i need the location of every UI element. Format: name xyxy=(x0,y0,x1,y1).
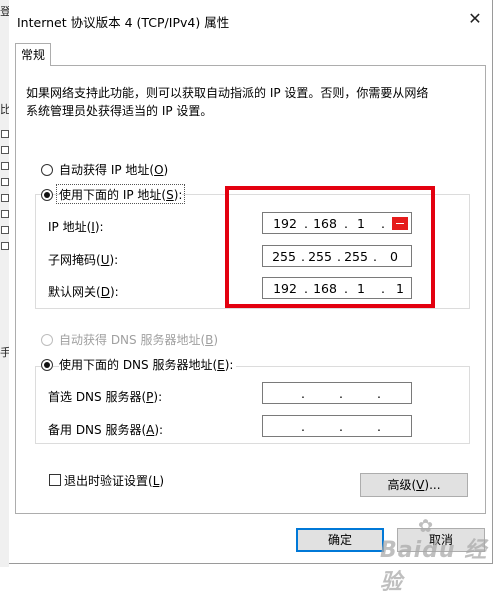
manual-ip-radio[interactable] xyxy=(41,189,53,201)
baidu-watermark: ✿ Baidu 经验 xyxy=(380,516,488,595)
auto-dns-radio[interactable] xyxy=(41,334,53,346)
dot: . xyxy=(301,419,305,434)
close-icon[interactable]: ✕ xyxy=(463,8,487,30)
bg-fragment: 比 xyxy=(0,103,9,116)
ip-address-label: IP 地址(I): xyxy=(48,220,104,234)
dot: . xyxy=(301,386,305,401)
auto-dns-label[interactable]: 自动获得 DNS 服务器地址(B) xyxy=(59,331,218,348)
background-window-edge: 登 比 手 xyxy=(0,0,9,567)
manual-dns-radio[interactable] xyxy=(41,359,53,371)
validate-settings-checkbox[interactable] xyxy=(49,474,61,486)
manual-ip-label[interactable]: 使用下面的 IP 地址(S): xyxy=(59,186,183,203)
dialog-title: Internet 协议版本 4 (TCP/IPv4) 属性 xyxy=(17,15,230,30)
ok-button[interactable]: 确定 xyxy=(296,528,384,552)
bg-checkbox xyxy=(1,226,9,234)
tab-general[interactable]: 常规 xyxy=(15,43,51,66)
dot: . xyxy=(377,386,381,401)
alternate-dns-label: 备用 DNS 服务器(A): xyxy=(48,423,164,437)
description-line: 系统管理员处获得适当的 IP 设置。 xyxy=(26,104,213,118)
auto-ip-radio[interactable] xyxy=(41,164,53,176)
bg-fragment: 登 xyxy=(0,5,9,18)
dot: . xyxy=(377,419,381,434)
validate-settings-label[interactable]: 退出时验证设置(L) xyxy=(64,472,164,489)
red-annotation-box xyxy=(225,186,435,308)
subnet-mask-label: 子网掩码(U): xyxy=(48,253,119,267)
preferred-dns-input[interactable]: . . . xyxy=(262,382,412,404)
bg-fragment: 手 xyxy=(0,346,9,359)
auto-ip-label[interactable]: 自动获得 IP 地址(O) xyxy=(59,161,168,178)
bg-checkbox xyxy=(1,162,9,170)
alternate-dns-input[interactable]: . . . xyxy=(262,415,412,437)
dot: . xyxy=(339,386,343,401)
description: 如果网络支持此功能，则可以获取自动指派的 IP 设置。否则，你需要从网络 系统管… xyxy=(26,84,466,120)
manual-dns-label[interactable]: 使用下面的 DNS 服务器地址(E): xyxy=(59,356,237,373)
bg-checkbox xyxy=(1,242,9,250)
default-gateway-label: 默认网关(D): xyxy=(48,285,119,299)
bg-checkbox xyxy=(1,210,9,218)
bg-checkbox xyxy=(1,146,9,154)
bg-checkbox xyxy=(1,130,9,138)
description-line: 如果网络支持此功能，则可以获取自动指派的 IP 设置。否则，你需要从网络 xyxy=(26,86,429,100)
bg-checkbox xyxy=(1,178,9,186)
title-bar: Internet 协议版本 4 (TCP/IPv4) 属性 ✕ xyxy=(9,0,492,38)
advanced-button[interactable]: 高级(V)... xyxy=(360,473,468,497)
bg-checkbox xyxy=(1,194,9,202)
dot: . xyxy=(339,419,343,434)
preferred-dns-label: 首选 DNS 服务器(P): xyxy=(48,390,163,404)
